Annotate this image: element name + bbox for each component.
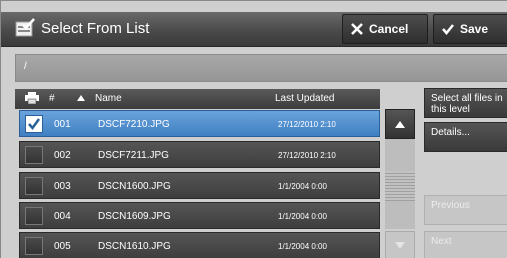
next-button[interactable]: Next [424, 231, 507, 258]
select-from-list-screen: Select From List Cancel Save / # Name La… [0, 0, 507, 258]
scroll-down-button[interactable] [385, 231, 415, 258]
current-path: / [24, 61, 27, 72]
save-label: Save [460, 22, 489, 36]
scroll-up-button[interactable] [385, 109, 415, 139]
arrow-down-icon [395, 241, 405, 249]
x-icon [351, 23, 363, 35]
row-checkbox[interactable] [25, 115, 43, 133]
cancel-button[interactable]: Cancel [342, 14, 428, 44]
scroll-grip[interactable] [385, 171, 415, 201]
row-checkbox[interactable] [25, 207, 43, 225]
row-filename: DSCN1600.JPG [98, 181, 171, 192]
printer-icon [25, 92, 39, 107]
sort-ascending-icon [77, 94, 85, 105]
list-scrollbar[interactable] [385, 109, 415, 258]
list-item[interactable]: 001 DSCF7210.JPG 27/12/2010 2:10 [19, 110, 380, 137]
list-header: # Name Last Updated [15, 89, 380, 109]
row-date: 1/1/2004 0:00 [278, 242, 327, 251]
row-number: 004 [54, 211, 71, 222]
list-item[interactable]: 004 DSCN1609.JPG 1/1/2004 0:00 [19, 202, 380, 229]
row-date: 27/12/2010 2:10 [278, 151, 336, 160]
file-list: # Name Last Updated 001 DSCF7210.JPG 27/… [15, 89, 380, 258]
row-number: 002 [54, 150, 71, 161]
row-number: 005 [54, 241, 71, 252]
column-number[interactable]: # [49, 93, 55, 104]
list-select-icon [15, 18, 35, 38]
row-filename: DSCF7210.JPG [98, 119, 170, 130]
list-item[interactable]: 003 DSCN1600.JPG 1/1/2004 0:00 [19, 172, 380, 199]
column-last-updated[interactable]: Last Updated [275, 93, 335, 104]
list-item[interactable]: 005 DSCN1610.JPG 1/1/2004 0:00 [19, 232, 380, 258]
row-filename: DSCF7211.JPG [98, 150, 169, 161]
previous-button[interactable]: Previous [424, 195, 507, 225]
column-name[interactable]: Name [95, 93, 122, 104]
row-checkbox[interactable] [25, 237, 43, 255]
row-number: 001 [54, 119, 71, 130]
row-date: 1/1/2004 0:00 [278, 212, 327, 221]
checkmark-icon [442, 23, 454, 35]
row-number: 003 [54, 181, 71, 192]
path-bar: / [15, 54, 507, 82]
row-checkbox[interactable] [25, 177, 43, 195]
row-date: 1/1/2004 0:00 [278, 182, 327, 191]
title-bar: Select From List Cancel Save [1, 12, 507, 47]
cancel-label: Cancel [369, 22, 409, 36]
checkmark-icon [28, 118, 41, 131]
page-title: Select From List [41, 20, 150, 37]
row-date: 27/12/2010 2:10 [278, 120, 336, 129]
list-item[interactable]: 002 DSCF7211.JPG 27/12/2010 2:10 [19, 141, 380, 168]
row-filename: DSCN1609.JPG [98, 211, 171, 222]
row-checkbox[interactable] [25, 146, 43, 164]
save-button[interactable]: Save [433, 14, 507, 44]
arrow-up-icon [395, 120, 405, 128]
details-button[interactable]: Details... [424, 122, 507, 152]
row-filename: DSCN1610.JPG [98, 241, 171, 252]
select-all-button[interactable]: Select all files in this level [424, 88, 507, 118]
